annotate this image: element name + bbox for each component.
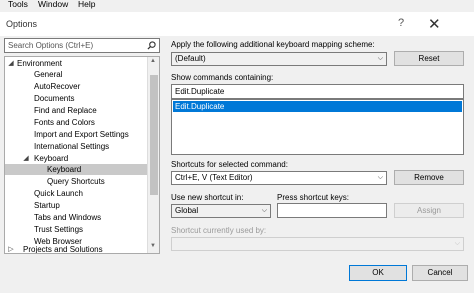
cancel-button[interactable]: Cancel: [412, 265, 468, 281]
tree-item-general[interactable]: General: [34, 69, 62, 80]
remove-button[interactable]: Remove: [394, 170, 464, 185]
chevron-down-icon: ⌵: [377, 55, 383, 62]
currently-used-dropdown[interactable]: ⌵: [171, 237, 464, 251]
reset-button[interactable]: Reset: [394, 51, 464, 66]
tree-node-environment[interactable]: ◢ Environment: [7, 58, 147, 69]
commands-list[interactable]: Edit.Duplicate: [171, 99, 464, 155]
tree-item-find-replace[interactable]: Find and Replace: [34, 105, 97, 116]
tree-item-query-shortcuts[interactable]: Query Shortcuts: [47, 176, 105, 187]
chevron-down-icon: ⌵: [261, 207, 267, 214]
dialog-title: Options: [6, 19, 38, 29]
tree-item-keyboard-selected[interactable]: Keyboard: [5, 164, 147, 175]
menu-help[interactable]: Help: [78, 0, 95, 9]
use-shortcut-in-label: Use new shortcut in:: [171, 193, 244, 202]
use-shortcut-in-value: Global: [175, 206, 199, 215]
tree-item-documents[interactable]: Documents: [34, 93, 74, 104]
tree-item-fonts-colors[interactable]: Fonts and Colors: [34, 117, 95, 128]
tree-item-tabs-windows[interactable]: Tabs and Windows: [34, 212, 101, 223]
expand-icon[interactable]: ▷: [7, 244, 15, 253]
tree-item-autorecover[interactable]: AutoRecover: [34, 81, 80, 92]
currently-used-label: Shortcut currently used by:: [171, 226, 267, 235]
press-shortcut-label: Press shortcut keys:: [277, 193, 350, 202]
tree-item-import-export[interactable]: Import and Export Settings: [34, 129, 129, 140]
shortcuts-dropdown[interactable]: Ctrl+E, V (Text Editor) ⌵: [171, 171, 387, 185]
dialog-title-bar: Options ? ✕: [0, 12, 474, 36]
collapse-icon[interactable]: ◢: [22, 153, 30, 164]
scroll-down-icon[interactable]: ▼: [150, 243, 156, 249]
menu-window[interactable]: Window: [38, 0, 68, 9]
use-shortcut-in-dropdown[interactable]: Global ⌵: [171, 204, 271, 218]
tree-node-projects[interactable]: ▷ Projects and Solutions: [7, 244, 147, 253]
tree-item-quick-launch[interactable]: Quick Launch: [34, 188, 83, 199]
shortcuts-value: Ctrl+E, V (Text Editor): [175, 173, 253, 182]
list-item-selected[interactable]: Edit.Duplicate: [173, 101, 462, 112]
scroll-up-icon[interactable]: ▲: [150, 58, 156, 64]
show-commands-input[interactable]: Edit.Duplicate: [171, 84, 464, 99]
shortcuts-label: Shortcuts for selected command:: [171, 160, 288, 169]
search-options-field[interactable]: Search Options (Ctrl+E): [4, 38, 160, 53]
chevron-down-icon: ⌵: [377, 174, 383, 181]
menu-tools[interactable]: Tools: [8, 0, 28, 9]
ok-button[interactable]: OK: [349, 265, 407, 281]
scroll-thumb[interactable]: [150, 75, 158, 195]
options-tree: ◢ Environment General AutoRecover Docume…: [4, 56, 160, 254]
mapping-scheme-label: Apply the following additional keyboard …: [171, 40, 375, 49]
tree-node-keyboard[interactable]: ◢ Keyboard: [22, 153, 147, 164]
menu-bar: Tools Window Help: [0, 0, 474, 10]
collapse-icon[interactable]: ◢: [7, 58, 15, 69]
close-button[interactable]: ✕: [428, 15, 441, 33]
search-icon: [147, 41, 156, 50]
tree-item-startup[interactable]: Startup: [34, 200, 60, 211]
help-button[interactable]: ?: [398, 17, 404, 29]
mapping-scheme-dropdown[interactable]: (Default) ⌵: [171, 52, 387, 66]
search-placeholder: Search Options (Ctrl+E): [8, 41, 94, 50]
tree-item-trust-settings[interactable]: Trust Settings: [34, 224, 83, 235]
press-shortcut-input[interactable]: [277, 203, 387, 218]
show-commands-label: Show commands containing:: [171, 73, 274, 82]
mapping-scheme-value: (Default): [175, 54, 206, 63]
chevron-down-icon: ⌵: [454, 240, 460, 247]
assign-button[interactable]: Assign: [394, 203, 464, 218]
tree-item-international[interactable]: International Settings: [34, 141, 109, 152]
tree-scrollbar[interactable]: ▲ ▼: [147, 57, 159, 253]
